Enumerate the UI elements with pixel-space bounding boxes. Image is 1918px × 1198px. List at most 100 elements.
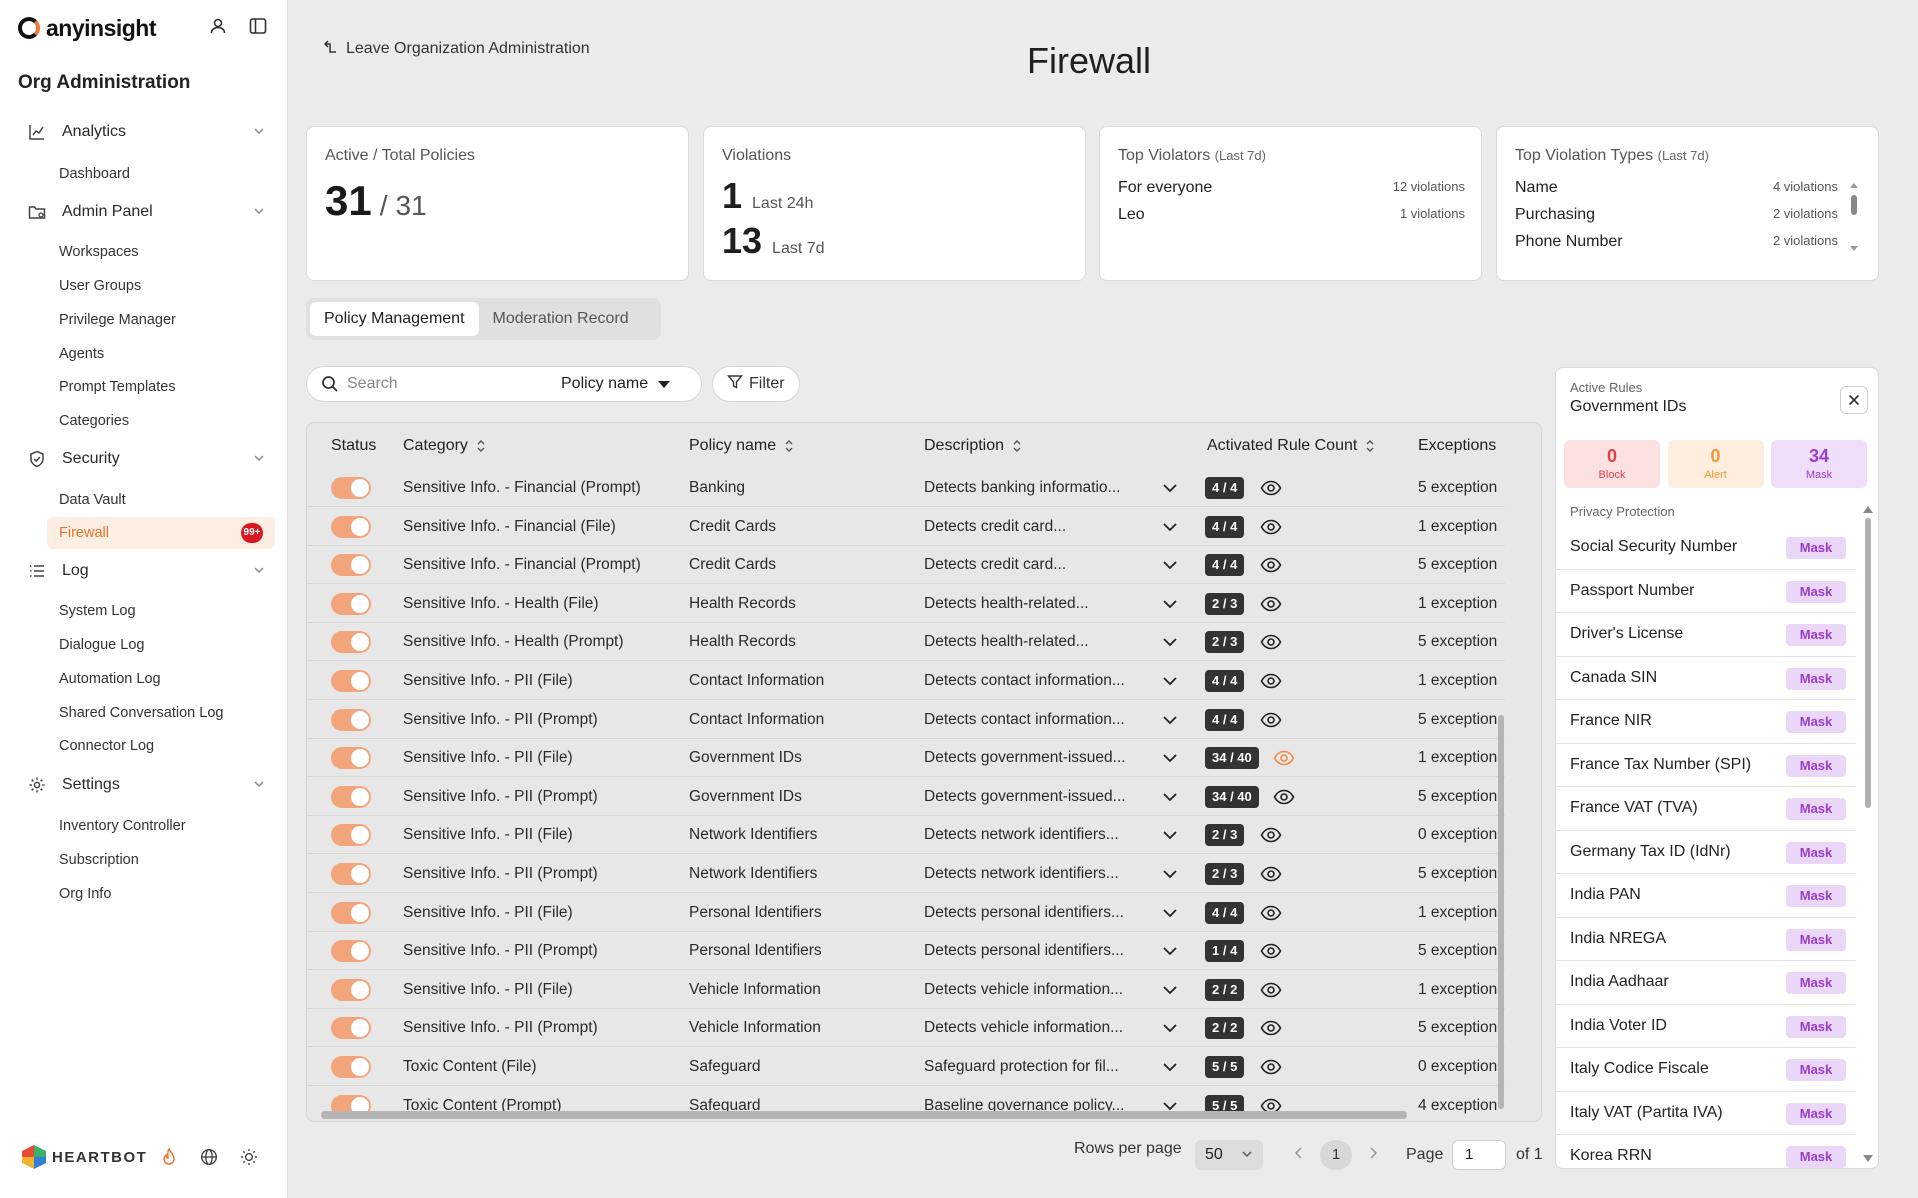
sidebar-item-system-log[interactable]: System Log (59, 601, 136, 621)
eye-icon[interactable] (1260, 478, 1282, 498)
rule-item[interactable]: India PAN Mask (1556, 874, 1856, 918)
status-toggle[interactable] (331, 863, 371, 885)
sidebar-item-connector-log[interactable]: Connector Log (59, 736, 154, 756)
mask-badge[interactable]: Mask (1786, 624, 1846, 646)
brand-logo[interactable]: anyinsight (18, 14, 157, 42)
status-toggle[interactable] (331, 631, 371, 654)
sidebar-item-automation-log[interactable]: Automation Log (59, 669, 161, 689)
exceptions-cell[interactable]: 5 exception (1418, 556, 1498, 574)
table-row[interactable]: Sensitive Info. - PII (Prompt) Contact In… (307, 701, 1505, 739)
sidebar-item-dashboard[interactable]: Dashboard (59, 164, 130, 184)
nav-section-analytics[interactable]: Analytics (26, 118, 266, 146)
chevron-down-icon[interactable] (1162, 944, 1178, 958)
rule-item[interactable]: India Voter ID Mask (1556, 1005, 1856, 1048)
mask-badge[interactable]: Mask (1786, 928, 1846, 951)
page-input[interactable]: 1 (1452, 1140, 1506, 1170)
chevron-down-icon[interactable] (1162, 520, 1178, 534)
exceptions-cell[interactable]: 5 exception (1418, 711, 1498, 729)
sidebar-item-dialogue-log[interactable]: Dialogue Log (59, 635, 144, 655)
table-row[interactable]: Sensitive Info. - PII (File) Contact Info… (307, 662, 1505, 700)
rule-item[interactable]: Canada SIN Mask (1556, 657, 1856, 700)
table-vertical-scrollbar[interactable] (1497, 469, 1505, 1109)
rule-item[interactable]: Italy Codice Fiscale Mask (1556, 1048, 1856, 1092)
header-category[interactable]: Category (403, 437, 486, 455)
filter-button[interactable]: Filter (712, 366, 800, 402)
mask-badge[interactable]: Mask (1786, 580, 1846, 603)
rows-per-page-select[interactable]: 50 (1195, 1140, 1263, 1170)
eye-icon[interactable] (1260, 517, 1282, 537)
table-row[interactable]: Sensitive Info. - PII (Prompt) Network Id… (307, 855, 1505, 893)
table-row[interactable]: Sensitive Info. - PII (File) Personal Ide… (307, 894, 1505, 932)
tab-moderation-record[interactable]: Moderation Record (479, 302, 643, 336)
nav-section-security[interactable]: Security (26, 445, 266, 473)
status-toggle[interactable] (331, 940, 371, 963)
exceptions-cell[interactable]: 1 exceptions (1418, 981, 1498, 999)
table-row[interactable]: Sensitive Info. - PII (File) Network Iden… (307, 816, 1505, 855)
table-row[interactable]: Sensitive Info. - Health (Prompt) Health … (307, 623, 1505, 662)
rule-item[interactable]: Korea RRN Mask (1556, 1135, 1856, 1168)
sidebar-item-subscription[interactable]: Subscription (59, 850, 139, 870)
next-page-icon[interactable] (1368, 1146, 1378, 1160)
exceptions-cell[interactable]: 1 exceptions (1418, 518, 1498, 536)
sidebar-item-inventory-controller[interactable]: Inventory Controller (59, 816, 186, 836)
rule-item[interactable]: Social Security Number Mask (1556, 526, 1856, 570)
chevron-down-icon[interactable] (1162, 790, 1178, 804)
status-toggle[interactable] (331, 901, 371, 924)
status-toggle[interactable] (331, 1056, 371, 1078)
eye-icon[interactable] (1273, 748, 1295, 768)
mask-badge[interactable]: Mask (1786, 841, 1846, 864)
sidebar-item-workspaces[interactable]: Workspaces (59, 242, 139, 262)
user-icon[interactable] (206, 14, 230, 38)
eye-icon[interactable] (1260, 671, 1282, 691)
sidebar-item-firewall[interactable]: Firewall 99+ (47, 517, 275, 549)
mask-badge[interactable]: Mask (1786, 537, 1846, 559)
search-input[interactable]: Search (347, 375, 561, 393)
eye-icon[interactable] (1260, 1057, 1282, 1077)
card-scrollbar[interactable] (1848, 181, 1860, 253)
nav-section-admin-panel[interactable]: Admin Panel (26, 198, 266, 226)
chevron-down-icon[interactable] (1162, 828, 1178, 842)
exceptions-cell[interactable]: 5 exception (1418, 865, 1498, 883)
status-toggle[interactable] (331, 747, 371, 770)
eye-icon[interactable] (1260, 632, 1282, 652)
status-toggle[interactable] (331, 785, 371, 808)
status-toggle[interactable] (331, 592, 371, 615)
status-toggle[interactable] (331, 708, 371, 731)
nav-section-settings[interactable]: Settings (26, 771, 266, 799)
eye-icon[interactable] (1260, 1018, 1282, 1038)
mask-badge[interactable]: Mask (1786, 754, 1846, 777)
mask-badge[interactable]: Mask (1786, 798, 1846, 820)
table-row[interactable]: Sensitive Info. - Financial (File) Credit… (307, 508, 1505, 546)
search-field-dropdown[interactable]: Policy name (561, 375, 671, 393)
rule-item[interactable]: India Aadhaar Mask (1556, 961, 1856, 1005)
mask-badge[interactable]: Mask (1786, 667, 1846, 690)
chevron-down-icon[interactable] (1162, 674, 1178, 688)
exceptions-cell[interactable]: 5 exception (1418, 633, 1498, 651)
status-toggle[interactable] (331, 978, 371, 1001)
rule-item[interactable]: India NREGA Mask (1556, 918, 1856, 961)
rule-item[interactable]: France NIR Mask (1556, 700, 1856, 744)
status-toggle[interactable] (331, 477, 371, 499)
panel-scrollbar[interactable] (1861, 504, 1875, 1164)
exceptions-cell[interactable]: 1 exceptions (1418, 672, 1498, 690)
eye-icon[interactable] (1260, 555, 1282, 575)
table-horizontal-scrollbar[interactable] (321, 1111, 1407, 1119)
header-policy-name[interactable]: Policy name (689, 437, 794, 455)
eye-icon[interactable] (1260, 825, 1282, 845)
chevron-down-icon[interactable] (1162, 751, 1178, 765)
table-row[interactable]: Sensitive Info. - Financial (Prompt) Cred… (307, 546, 1505, 585)
mask-badge[interactable]: Mask (1786, 711, 1846, 733)
status-toggle[interactable] (331, 1017, 371, 1040)
rule-item[interactable]: Driver's License Mask (1556, 613, 1856, 657)
sidebar-item-shared-conversation-log[interactable]: Shared Conversation Log (59, 703, 223, 723)
eye-icon[interactable] (1260, 594, 1282, 614)
sidebar-item-privilege-manager[interactable]: Privilege Manager (59, 310, 176, 330)
mask-badge[interactable]: Mask (1786, 1102, 1846, 1125)
table-row[interactable]: Sensitive Info. - Financial (Prompt) Bank… (307, 469, 1505, 507)
chevron-down-icon[interactable] (1162, 635, 1178, 649)
flame-icon[interactable] (158, 1146, 180, 1168)
chevron-down-icon[interactable] (1162, 558, 1178, 572)
leave-org-admin-link[interactable]: Leave Organization Administration (322, 38, 590, 59)
close-panel-button[interactable] (1840, 386, 1868, 414)
chevron-down-icon[interactable] (1162, 1021, 1178, 1035)
